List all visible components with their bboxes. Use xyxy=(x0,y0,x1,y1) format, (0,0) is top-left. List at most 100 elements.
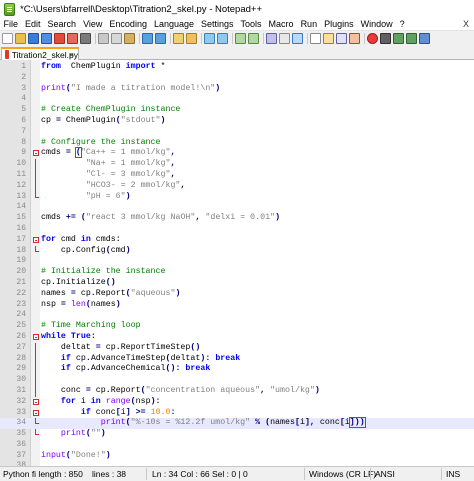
redo-icon[interactable] xyxy=(155,33,166,44)
print-icon[interactable] xyxy=(80,33,91,44)
code-line[interactable]: 31 conc = cp.Report("concentration aqueo… xyxy=(0,385,474,397)
code-line[interactable]: 25 # Time Marching loop xyxy=(0,321,474,332)
menu-macro[interactable]: Macro xyxy=(265,19,297,29)
code-text[interactable]: if cp.AdvanceChemical(): break xyxy=(41,364,210,375)
code-text[interactable]: "pH = 6") xyxy=(41,192,131,203)
code-line[interactable]: 26 while True: xyxy=(0,332,474,343)
cut-icon[interactable] xyxy=(98,33,109,44)
code-line[interactable]: 9 cmds = ("Ca++ = 1 mmol/kg", xyxy=(0,147,474,159)
code-line[interactable]: 29 if cp.AdvanceChemical(): break xyxy=(0,364,474,376)
code-text[interactable]: print("") xyxy=(41,429,106,440)
stop-macro-icon[interactable] xyxy=(380,33,391,44)
code-text[interactable]: # Create ChemPlugin instance xyxy=(41,105,180,116)
code-text[interactable]: print("I made a titration model!\n") xyxy=(41,84,220,95)
code-text[interactable]: cmds += ("react 3 mmol/kg NaOH", "delxi … xyxy=(41,213,280,224)
code-line[interactable]: 1 from ChemPlugin import * xyxy=(0,62,474,73)
code-line[interactable]: 17 for cmd in cmds: xyxy=(0,235,474,246)
code-text[interactable]: "Na+ = 1 mmol/kg", xyxy=(41,159,176,170)
fold-toggle-icon[interactable] xyxy=(33,409,39,416)
save-macro-icon[interactable] xyxy=(419,33,430,44)
menu-settings[interactable]: Settings xyxy=(198,19,238,29)
user-language-icon[interactable] xyxy=(310,33,321,44)
code-line[interactable]: 19 xyxy=(0,256,474,267)
menu-file[interactable]: File xyxy=(0,19,22,29)
code-line[interactable]: 8 # Configure the instance xyxy=(0,138,474,149)
code-text[interactable]: for cmd in cmds: xyxy=(41,235,121,246)
code-line[interactable]: 32 for i in range(nsp): xyxy=(0,397,474,408)
code-line[interactable]: 11 "Cl- = 3 mmol/kg", xyxy=(0,169,474,181)
menu-tools[interactable]: Tools xyxy=(237,19,265,29)
replace-icon[interactable] xyxy=(186,33,197,44)
menu-encoding[interactable]: Encoding xyxy=(106,19,151,29)
code-text[interactable]: "HCO3- = 2 mmol/kg", xyxy=(41,181,186,192)
code-editor[interactable]: 1 from ChemPlugin import * 2 3 print("I made… xyxy=(0,60,474,466)
document-map-icon[interactable] xyxy=(323,33,334,44)
code-text[interactable]: # Configure the instance xyxy=(41,138,161,149)
code-text[interactable]: cp = ChemPlugin("stdout") xyxy=(41,116,166,127)
code-text[interactable]: nsp = len(names) xyxy=(41,300,121,311)
menu-plugins[interactable]: Plugins xyxy=(321,19,358,29)
code-line[interactable]: 36 xyxy=(0,440,474,451)
code-line[interactable]: 37 input("Done!") xyxy=(0,451,474,462)
code-text[interactable]: if conc[i] >= 10.0: xyxy=(41,408,176,419)
menu-search[interactable]: Search xyxy=(44,19,80,29)
code-line[interactable]: 23 nsp = len(names) xyxy=(0,300,474,311)
code-text[interactable]: # Time Marching loop xyxy=(41,321,141,332)
code-text[interactable]: names = cp.Report("aqueous") xyxy=(41,289,180,300)
undo-icon[interactable] xyxy=(142,33,153,44)
zoom-in-icon[interactable] xyxy=(204,33,215,44)
code-line[interactable]: 3 print("I made a titration model!\n") xyxy=(0,84,474,95)
code-line[interactable]: 24 xyxy=(0,310,474,321)
new-file-icon[interactable] xyxy=(2,33,13,44)
code-line[interactable]: 33 if conc[i] >= 10.0: xyxy=(0,408,474,419)
code-line[interactable]: 28 if cp.AdvanceTimeStep(deltat): break xyxy=(0,353,474,365)
tab-titration2-skel[interactable]: Titration2_skel.py × xyxy=(1,47,79,60)
play-macro-icon[interactable] xyxy=(393,33,404,44)
code-text[interactable]: while True: xyxy=(41,332,96,343)
open-file-icon[interactable] xyxy=(15,33,26,44)
code-text[interactable]: input("Done!") xyxy=(41,451,111,462)
code-text[interactable]: cp.Initialize() xyxy=(41,278,116,289)
code-text[interactable]: if cp.AdvanceTimeStep(deltat): break xyxy=(41,354,240,365)
code-area[interactable]: 1 from ChemPlugin import * 2 3 print("I made… xyxy=(0,62,474,466)
code-text[interactable]: "Cl- = 3 mmol/kg", xyxy=(41,170,176,181)
code-line[interactable]: 12 "HCO3- = 2 mmol/kg", xyxy=(0,180,474,192)
code-line[interactable]: 34 print("%-10s = %12.2f umol/kg" % (nam… xyxy=(0,417,474,430)
sync-horizontal-icon[interactable] xyxy=(248,33,259,44)
save-icon[interactable] xyxy=(28,33,39,44)
code-text[interactable]: cp.Config(cmd) xyxy=(41,246,131,257)
close-all-icon[interactable] xyxy=(67,33,78,44)
code-line[interactable]: 30 xyxy=(0,375,474,386)
run-macro-multiple-icon[interactable] xyxy=(406,33,417,44)
code-line[interactable]: 6 cp = ChemPlugin("stdout") xyxy=(0,116,474,127)
fold-toggle-icon[interactable] xyxy=(33,236,39,243)
code-text[interactable]: # Initialize the instance xyxy=(41,267,165,278)
show-all-chars-icon[interactable] xyxy=(279,33,290,44)
code-line[interactable]: 20 # Initialize the instance xyxy=(0,267,474,278)
fold-toggle-icon[interactable] xyxy=(33,150,39,157)
code-line[interactable]: 22 names = cp.Report("aqueous") xyxy=(0,289,474,300)
code-line[interactable]: 21 cp.Initialize() xyxy=(0,278,474,289)
menu-view[interactable]: View xyxy=(80,19,106,29)
close-icon[interactable] xyxy=(54,33,65,44)
code-text[interactable]: from ChemPlugin import * xyxy=(41,62,166,73)
paste-icon[interactable] xyxy=(124,33,135,44)
word-wrap-icon[interactable] xyxy=(266,33,277,44)
record-macro-icon[interactable] xyxy=(367,33,378,44)
indent-guide-icon[interactable] xyxy=(292,33,303,44)
code-text[interactable]: cmds = ("Ca++ = 1 mmol/kg", xyxy=(41,147,175,159)
function-list-icon[interactable] xyxy=(336,33,347,44)
code-line[interactable]: 5 # Create ChemPlugin instance xyxy=(0,105,474,116)
code-text[interactable]: for i in range(nsp): xyxy=(41,397,161,408)
folder-workspace-icon[interactable] xyxy=(349,33,360,44)
menu-edit[interactable]: Edit xyxy=(22,19,45,29)
code-line[interactable]: 4 xyxy=(0,94,474,105)
menu-language[interactable]: Language xyxy=(150,19,197,29)
code-line[interactable]: 10 "Na+ = 1 mmol/kg", xyxy=(0,159,474,170)
fold-toggle-icon[interactable] xyxy=(33,333,39,340)
code-text[interactable]: print("%-10s = %12.2f umol/kg" % (names[… xyxy=(41,417,366,429)
sync-vertical-icon[interactable] xyxy=(235,33,246,44)
copy-icon[interactable] xyxy=(111,33,122,44)
find-icon[interactable] xyxy=(173,33,184,44)
close-document-icon[interactable]: X xyxy=(463,19,469,29)
